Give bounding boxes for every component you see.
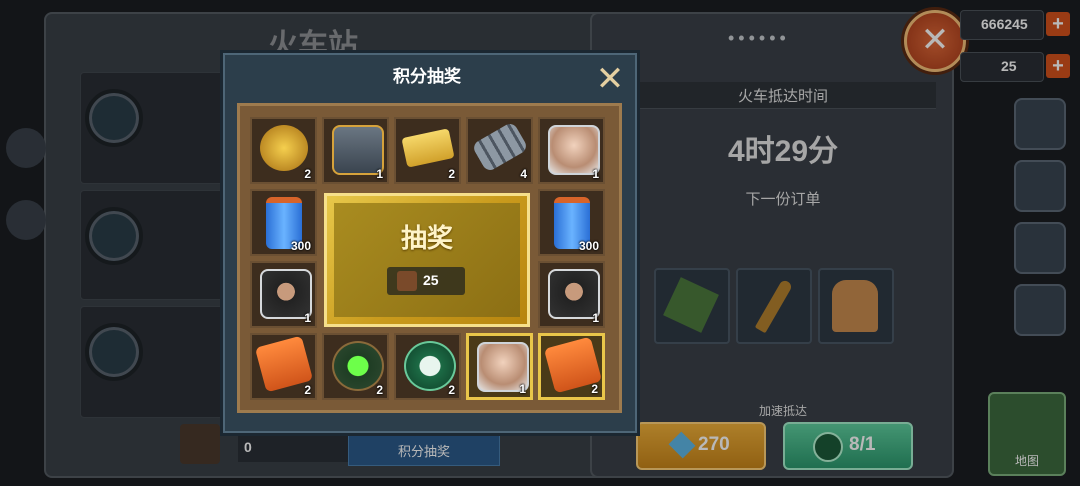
prize-cell: 2 <box>394 333 461 400</box>
prize-cell: 4 <box>466 117 533 184</box>
prize-qty: 2 <box>448 383 455 397</box>
prize-cell: 1 <box>250 261 317 328</box>
train-icon <box>397 271 417 291</box>
train-ticket-icon <box>401 128 455 168</box>
modal-close-icon[interactable]: ✕ <box>594 62 626 96</box>
prize-qty: 1 <box>592 167 599 181</box>
prize-cell-highlighted: 2 <box>538 333 605 400</box>
draw-label: 抽奖 <box>400 223 453 253</box>
prize-qty: 2 <box>304 167 311 181</box>
prize-cell: 300 <box>250 189 317 256</box>
prize-qty: 300 <box>578 239 599 253</box>
rail-track-icon <box>471 121 529 173</box>
prize-qty: 2 <box>376 383 383 397</box>
draw-cost-box: 25 <box>387 267 465 295</box>
prize-qty: 1 <box>304 311 311 325</box>
radar-dish-icon <box>260 125 308 171</box>
prize-cell-highlighted: 1 <box>466 333 533 400</box>
prize-qty: 1 <box>376 167 383 181</box>
modal-title: 积分抽奖 <box>393 67 461 86</box>
prize-cell: 1 <box>538 117 605 184</box>
prize-cell: 1 <box>538 261 605 328</box>
prize-qty: 300 <box>290 239 311 253</box>
prize-qty: 1 <box>519 382 526 396</box>
prize-qty: 2 <box>448 167 455 181</box>
prize-cell: 2 <box>394 117 461 184</box>
prize-qty: 4 <box>520 167 527 181</box>
prize-qty: 1 <box>592 311 599 325</box>
prize-qty: 2 <box>304 383 311 397</box>
draw-cost: 25 <box>423 272 439 288</box>
prize-qty: 2 <box>591 382 598 396</box>
prize-cell: 2 <box>250 333 317 400</box>
prize-cell: 1 <box>322 117 389 184</box>
prize-cell: 300 <box>538 189 605 256</box>
prize-cell: 2 <box>250 117 317 184</box>
prize-cell: 2 <box>322 333 389 400</box>
